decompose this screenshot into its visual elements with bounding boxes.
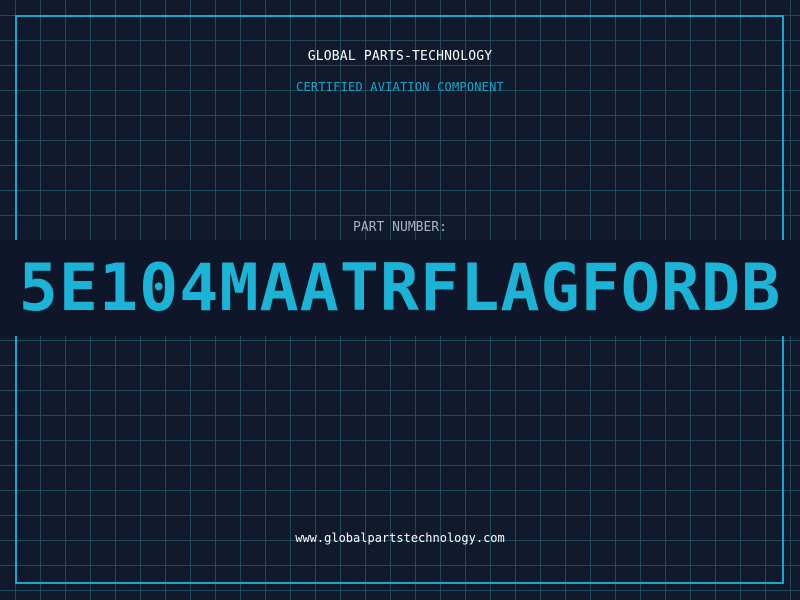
part-number-value: 5E104MAATRFLAGFORDB [18, 251, 782, 326]
part-number-band: 5E104MAATRFLAGFORDB [0, 240, 800, 336]
certification-subtitle: CERTIFIED AVIATION COMPONENT [296, 80, 504, 94]
company-name: GLOBAL PARTS-TECHNOLOGY [307, 49, 493, 64]
part-number-label: PART NUMBER: [353, 220, 447, 235]
website-url: www.globalpartstechnology.com [295, 531, 505, 545]
